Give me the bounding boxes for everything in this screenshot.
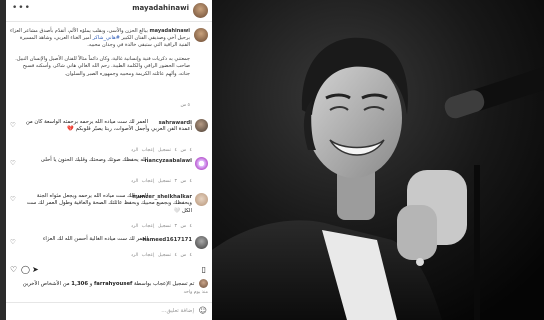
caption-text: mayadahinawi بيالغ الحزن والأسى، وبقلب ي… [10, 28, 190, 78]
likes-summary[interactable]: تم تسجيل الإعجاب بواسطة farrahyousef و 1… [10, 279, 208, 288]
post-photo[interactable] [212, 0, 544, 320]
comment-text: الله يحفظك صوتك وصحتك وقلبك الحنون يا أح… [40, 157, 148, 163]
comment-text: العمر الك ست مياده الله يرحمه ويجعل مثوا… [26, 193, 192, 214]
comment: munzer_sheikhalkar العمر الك ست مياده ال… [6, 192, 212, 236]
bookmark-icon[interactable]: ▯ [202, 266, 206, 274]
share-icon[interactable]: ➤ [32, 266, 39, 274]
likes-prefix: تم تسجيل الإعجاب بواسطة [134, 281, 195, 287]
comment-meta[interactable]: ٤ س ٤ تسجيل إعجاب الرد [131, 148, 192, 153]
comment-like-icon[interactable]: ♡ [10, 238, 16, 246]
likes-middle: و [89, 281, 93, 287]
post-actions: ♡ ◯ ➤ ▯ [6, 264, 212, 278]
caption: mayadahinawi بيالغ الحزن والأسى، وبقلب ي… [6, 26, 212, 110]
caption-hashtag[interactable]: #هاني_شاكر [93, 35, 120, 41]
author-handle[interactable]: mayadahinawi [132, 4, 189, 12]
post-side-panel: mayadahinawi ••• mayadahinawi بيالغ الحز… [6, 0, 212, 320]
add-comment-bar[interactable]: ☺ إضافة تعليق... [6, 302, 212, 320]
caption-avatar[interactable] [194, 28, 208, 42]
add-comment-input[interactable]: إضافة تعليق... [161, 308, 194, 314]
comment-avatar[interactable] [195, 119, 208, 132]
comment-icon[interactable]: ◯ [21, 266, 30, 274]
comment-like-icon[interactable]: ♡ [10, 121, 16, 129]
comment-meta[interactable]: ٤ س ٣ تسجيل إعجاب الرد [131, 179, 192, 184]
comment-avatar[interactable] [195, 157, 208, 170]
liker-handle[interactable]: farrahyousef [94, 281, 132, 287]
post-date: منذ يوم واحد [183, 290, 208, 295]
caption-timestamp: ٥ س [180, 103, 190, 108]
likes-count: 1,306 [71, 281, 89, 287]
comment-meta[interactable]: ٤ س ٤ تسجيل إعجاب الرد [131, 253, 192, 258]
heart-icon[interactable]: ♡ [10, 266, 17, 274]
comment-meta[interactable]: ٤ س ٣ تسجيل إعجاب الرد [131, 224, 192, 229]
caption-handle[interactable]: mayadahinawi [149, 28, 190, 34]
comment-like-icon[interactable]: ♡ [10, 159, 16, 167]
more-options-icon[interactable]: ••• [12, 3, 31, 13]
comment-text: العمر لك ست مياده الله يرحمه برحمته الوا… [25, 119, 192, 133]
caption-line-1: بيالغ الحزن والأسى، وبقلب يملؤه الألم، أ… [39, 28, 148, 34]
comment-text: العمر لك ست مياده الغالية أحسن الله لك ا… [42, 236, 148, 242]
comment-avatar[interactable] [195, 236, 208, 249]
emoji-icon[interactable]: ☺ [199, 307, 207, 315]
liker-avatar [199, 279, 208, 288]
likes-suffix: من الأشخاص الآخرين [22, 281, 70, 287]
comment-avatar[interactable] [195, 193, 208, 206]
post-header: mayadahinawi ••• [6, 0, 212, 22]
singer-photo-image [212, 0, 544, 320]
comment-like-icon[interactable]: ♡ [10, 195, 16, 203]
author-avatar[interactable] [193, 3, 208, 18]
